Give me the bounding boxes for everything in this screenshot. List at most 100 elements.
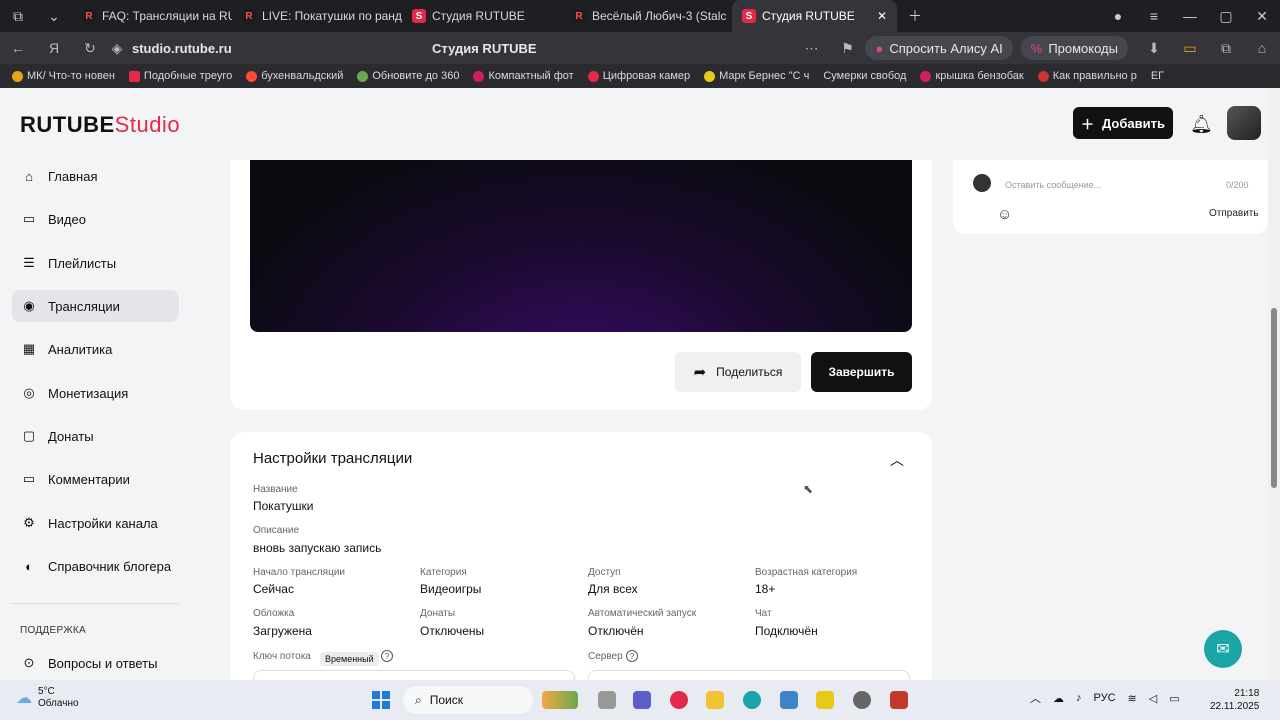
playlist-icon: ☰ bbox=[23, 255, 35, 270]
reload-icon[interactable]: ↻ bbox=[72, 40, 108, 57]
sidebar-item-playlists[interactable]: ☰ Плейлисты bbox=[12, 247, 179, 279]
minimize-icon[interactable]: — bbox=[1172, 8, 1208, 24]
taskbar-clock[interactable]: 21:18 22.11.2025 bbox=[1210, 687, 1259, 713]
close-window-icon[interactable]: ✕ bbox=[1244, 8, 1280, 25]
menu-icon[interactable]: ≡ bbox=[1136, 8, 1172, 24]
settings-title: Настройки трансляции bbox=[253, 450, 413, 467]
name-label: Название bbox=[253, 484, 298, 495]
maximize-icon[interactable]: ▢ bbox=[1208, 8, 1244, 25]
sidebar-item-donations[interactable]: ▢ Донаты bbox=[12, 420, 179, 452]
extensions-icon[interactable]: ⧉ bbox=[1208, 40, 1244, 57]
description-value: вновь запускаю запись bbox=[253, 541, 382, 555]
add-button[interactable]: ＋ Добавить bbox=[1073, 107, 1173, 139]
chevron-up-icon[interactable]: ︿ bbox=[1030, 690, 1041, 706]
browser-tab[interactable]: S Студия RUTUBE bbox=[402, 0, 562, 32]
bookmark-item[interactable]: МК/ Что-то новен bbox=[12, 70, 115, 82]
bookmark-item[interactable]: крышка бензобак bbox=[920, 70, 1024, 82]
description-label: Описание bbox=[253, 525, 300, 536]
percent-icon: % bbox=[1030, 40, 1043, 56]
browser-tab[interactable]: R FAQ: Трансляции на RUT bbox=[72, 0, 232, 32]
bookmark-item[interactable]: Сумерки свобод bbox=[823, 70, 906, 82]
microphone-icon[interactable]: ♪ bbox=[1076, 692, 1082, 704]
widget-icon[interactable] bbox=[542, 691, 578, 709]
rutube-favicon-icon: R bbox=[242, 9, 256, 23]
yandex-icon[interactable]: Я bbox=[36, 40, 72, 56]
explorer-icon[interactable] bbox=[706, 691, 724, 709]
url-field[interactable]: studio.rutube.ru bbox=[132, 41, 432, 56]
language-indicator[interactable]: РУС bbox=[1094, 692, 1116, 704]
promo-button[interactable]: % Промокоды bbox=[1020, 36, 1128, 60]
chat-message-input[interactable]: Оставить сообщение... bbox=[1005, 180, 1101, 190]
sidebar-item-comments[interactable]: ▭ Комментарии bbox=[12, 463, 179, 495]
avatar[interactable] bbox=[1227, 106, 1261, 140]
weather-widget[interactable]: ☁ 5°C Облачно bbox=[16, 686, 79, 710]
sidebar-item-faq[interactable]: ⊙ Вопросы и ответы bbox=[12, 647, 179, 679]
sidebar-item-monetization[interactable]: ◎ Монетизация bbox=[12, 377, 179, 409]
support-chat-button[interactable]: ✉ bbox=[1204, 630, 1242, 668]
profile-icon[interactable]: ⌂ bbox=[1244, 40, 1280, 56]
taskbar-search[interactable]: ⌕ Поиск bbox=[403, 686, 533, 714]
bookmark-item[interactable]: Марк Бернес "С ч bbox=[704, 70, 809, 82]
network-icon[interactable]: ☁ bbox=[1053, 692, 1064, 705]
chat-bubble-icon: ✉ bbox=[1216, 641, 1230, 658]
age-label: Возрастная категория bbox=[755, 567, 858, 578]
bookmark-item[interactable]: Компактный фот bbox=[473, 70, 574, 82]
bookmark-item[interactable]: бухенвальдский bbox=[246, 70, 343, 82]
shield-icon[interactable]: ◈ bbox=[108, 40, 126, 57]
teams-icon[interactable] bbox=[633, 691, 651, 709]
rutube-studio-logo[interactable]: RUTUBEStudio bbox=[20, 112, 180, 138]
bookmark-item[interactable]: Как правильно р bbox=[1037, 70, 1137, 82]
sidebar-item-channel-settings[interactable]: ⚙ Настройки канала bbox=[12, 507, 179, 539]
chevron-up-icon[interactable]: ︿ bbox=[890, 450, 904, 470]
windows-taskbar: ☁ 5°C Облачно ⌕ Поиск ︿ ☁ ♪ РУС ≋ ◁ ▭ 21:1… bbox=[0, 680, 1280, 720]
bookmark-item[interactable]: Цифровая камер bbox=[587, 70, 690, 82]
sidebar-item-analytics[interactable]: ▦ Аналитика bbox=[12, 333, 179, 365]
browser-tab[interactable]: R LIVE: Покатушки по ранд bbox=[232, 0, 402, 32]
bookmark-item[interactable]: ЕГ bbox=[1151, 70, 1164, 82]
app-icon[interactable] bbox=[890, 691, 908, 709]
finish-stream-button[interactable]: Завершить bbox=[811, 352, 912, 392]
sidebar-item-broadcasts[interactable]: ◉ Трансляции bbox=[12, 290, 179, 322]
close-tab-icon[interactable]: ✕ bbox=[877, 9, 887, 23]
share-button[interactable]: ➦ Поделиться bbox=[675, 352, 801, 392]
stream-key-label: Ключ потока bbox=[253, 651, 311, 662]
store-icon[interactable] bbox=[780, 691, 798, 709]
emoji-icon[interactable]: ☺ bbox=[997, 206, 1012, 223]
profile-icon[interactable]: ● bbox=[1100, 8, 1136, 24]
windows-start-icon[interactable] bbox=[372, 691, 390, 709]
browser-menu-icon[interactable]: ⧉ bbox=[0, 8, 36, 25]
sidebar-item-video[interactable]: ▭ Видео bbox=[12, 203, 179, 235]
scrollbar-thumb[interactable] bbox=[1271, 308, 1277, 488]
volume-icon[interactable]: ◁ bbox=[1149, 692, 1157, 705]
task-view-icon[interactable] bbox=[598, 691, 616, 709]
tabs-dropdown-icon[interactable]: ⌄ bbox=[36, 8, 72, 25]
yandex-browser-icon[interactable] bbox=[670, 691, 688, 709]
page-scrollbar[interactable] bbox=[1268, 88, 1280, 680]
bookmark-item[interactable]: Подобные треуго bbox=[128, 70, 232, 82]
battery-icon[interactable]: ▭ bbox=[1172, 40, 1208, 57]
help-icon[interactable]: ? bbox=[626, 650, 638, 662]
send-button[interactable]: Отправить bbox=[1209, 208, 1259, 219]
browser-tab-active[interactable]: S Студия RUTUBE ✕ bbox=[732, 0, 897, 32]
back-icon[interactable]: ← bbox=[0, 40, 36, 56]
battery-icon[interactable]: ▭ bbox=[1169, 692, 1179, 705]
edge-icon[interactable] bbox=[743, 691, 761, 709]
help-icon[interactable]: ? bbox=[381, 650, 393, 662]
bell-icon[interactable]: 🔔︎ bbox=[1190, 114, 1213, 135]
analytics-icon: ▦ bbox=[22, 341, 36, 356]
video-player[interactable] bbox=[250, 160, 912, 332]
browser-tab[interactable]: R Весёлый Любич-3 (Stalc bbox=[562, 0, 732, 32]
support-section-title: ПОДДЕРЖКА bbox=[20, 625, 86, 636]
bookmark-icon[interactable]: ⚑ bbox=[829, 40, 865, 57]
new-tab-icon[interactable]: ＋ bbox=[897, 6, 933, 26]
downloads-icon[interactable]: ⬇ bbox=[1136, 40, 1172, 57]
app-icon[interactable] bbox=[853, 691, 871, 709]
sidebar: ⌂ Главная ▭ Видео ☰ Плейлисты ◉ Трансляции ▦… bbox=[0, 160, 192, 680]
more-icon[interactable]: ⋯ bbox=[793, 40, 829, 57]
wifi-icon[interactable]: ≋ bbox=[1128, 692, 1137, 705]
sidebar-item-home[interactable]: ⌂ Главная bbox=[12, 160, 179, 192]
app-icon[interactable] bbox=[816, 691, 834, 709]
sidebar-item-blogger-guide[interactable]: ◐ Справочник блогера bbox=[12, 550, 179, 582]
bookmark-item[interactable]: Обновите до 360 bbox=[357, 70, 459, 82]
alice-button[interactable]: ● Спросить Алису AI bbox=[865, 36, 1013, 60]
